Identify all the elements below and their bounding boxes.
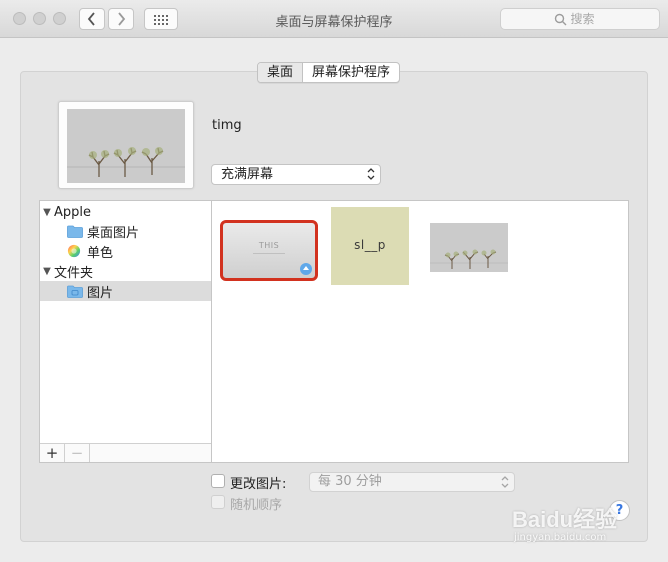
sidebar-group-label: Apple — [54, 204, 92, 220]
random-order-checkbox[interactable] — [211, 495, 225, 509]
chevron-updown-icon — [501, 476, 509, 488]
fill-mode-select[interactable]: 充满屏幕 — [211, 164, 381, 185]
tab-screensaver[interactable]: 屏幕保护程序 — [303, 63, 399, 82]
back-button[interactable] — [79, 8, 105, 30]
current-wallpaper-preview — [58, 101, 194, 189]
grid-icon — [154, 14, 168, 25]
sidebar-group-label: 文件夹 — [54, 265, 94, 281]
sidebar-toolbar: + − — [40, 443, 211, 462]
folder-icon — [67, 225, 83, 238]
disclosure-triangle-icon[interactable]: ▼ — [40, 266, 54, 277]
title-bar: 桌面与屏幕保护程序 — [0, 0, 668, 38]
zoom-window-button[interactable] — [53, 12, 66, 25]
close-window-button[interactable] — [13, 12, 26, 25]
remove-folder-button[interactable]: − — [65, 444, 90, 462]
interval-value: 每 30 分钟 — [318, 474, 382, 489]
source-sidebar: ▼ Apple 桌面图片 单色 ▼ 文件夹 图片 + − — [39, 200, 212, 463]
wallpaper-name: timg — [212, 118, 242, 133]
random-order-label: 随机顺序 — [230, 498, 283, 513]
add-folder-button[interactable]: + — [40, 444, 65, 462]
trees-image — [67, 109, 185, 183]
sidebar-group-folders[interactable]: ▼ 文件夹 — [40, 261, 211, 281]
change-picture-label: 更改图片: — [230, 477, 287, 492]
tab-bar: 桌面 屏幕保护程序 — [257, 62, 401, 83]
wallpaper-thumbnail[interactable] — [430, 223, 508, 272]
wallpaper-grid: THIS sl__p — [211, 200, 629, 463]
sidebar-item-label: 图片 — [87, 285, 114, 301]
chevron-left-icon — [87, 12, 95, 26]
thumbnail-text: sl__p — [354, 238, 386, 252]
search-icon — [554, 13, 566, 25]
interval-select[interactable]: 每 30 分钟 — [309, 472, 515, 492]
sidebar-item-label: 桌面图片 — [87, 225, 140, 241]
search-field[interactable] — [500, 8, 660, 30]
sidebar-group-apple[interactable]: ▼ Apple — [40, 202, 211, 222]
sidebar-item-pictures[interactable]: 图片 — [40, 281, 211, 301]
chevron-updown-icon — [367, 168, 375, 180]
show-all-button[interactable] — [144, 8, 178, 30]
help-button[interactable]: ? — [609, 500, 630, 521]
disclosure-triangle-icon[interactable]: ▼ — [40, 207, 54, 218]
fill-mode-value: 充满屏幕 — [221, 167, 274, 182]
trees-image — [430, 249, 508, 269]
forward-button[interactable] — [108, 8, 134, 30]
change-picture-checkbox[interactable] — [211, 474, 225, 488]
search-input[interactable] — [570, 12, 607, 26]
tab-desktop[interactable]: 桌面 — [258, 63, 304, 82]
folder-icon — [67, 285, 83, 298]
color-wheel-icon — [67, 244, 81, 258]
selection-ring — [220, 220, 318, 281]
sidebar-item-label: 单色 — [87, 245, 114, 261]
minimize-window-button[interactable] — [33, 12, 46, 25]
sidebar-item-desktop-pictures[interactable]: 桌面图片 — [40, 221, 211, 241]
chevron-right-icon — [118, 12, 126, 26]
sidebar-item-solid-colors[interactable]: 单色 — [40, 241, 211, 261]
wallpaper-thumbnail[interactable]: sl__p — [331, 207, 409, 285]
